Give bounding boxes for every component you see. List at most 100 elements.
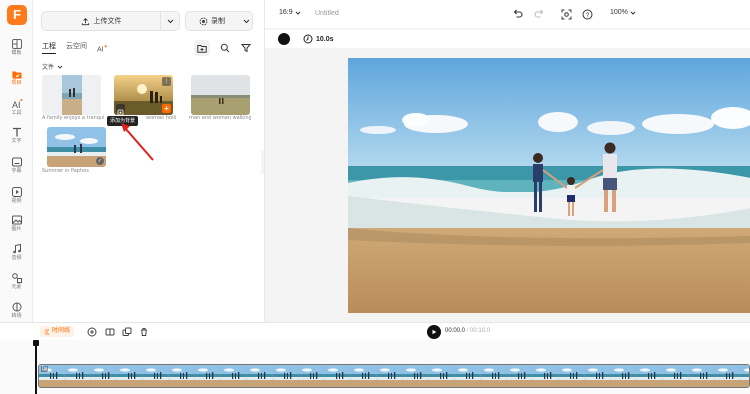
- playhead-handle[interactable]: [33, 340, 39, 346]
- rail-item-template[interactable]: 模板: [0, 36, 33, 62]
- record-main[interactable]: 录制: [186, 12, 238, 30]
- timeline-tag-label: 时间线: [52, 328, 71, 334]
- search-button[interactable]: [217, 40, 233, 56]
- timeline-icon: [45, 329, 49, 334]
- chevron-down-icon: [630, 11, 636, 15]
- delete-button[interactable]: [139, 327, 149, 337]
- subtitle-icon: [11, 157, 22, 167]
- timecode: 00:00.0 / 00:10.0: [445, 328, 490, 334]
- section-label: 文件: [42, 65, 55, 71]
- video-track-clip[interactable]: 0s: [38, 364, 750, 388]
- upload-label: 上传文件: [93, 18, 122, 25]
- play-icon: [432, 329, 437, 335]
- record-dropdown-button[interactable]: [238, 12, 254, 30]
- editor-area: 16:9 Untitled ? 100% 10.0s: [264, 0, 750, 322]
- selected-check-icon: ✓: [96, 157, 104, 165]
- tab-label: AI: [97, 46, 104, 54]
- app-logo[interactable]: F: [7, 5, 27, 25]
- tab-label: 云空间: [66, 43, 87, 50]
- aspect-ratio-value: 16:9: [279, 9, 293, 16]
- help-icon: ?: [582, 9, 592, 19]
- background-color-picker[interactable]: [278, 33, 290, 45]
- current-time: 00:00.0: [445, 328, 466, 334]
- tab-cloud[interactable]: 云空间: [66, 42, 87, 54]
- tab-label: 工程: [42, 43, 56, 50]
- rail-item-audio[interactable]: 音频: [0, 241, 33, 267]
- rail-item-image[interactable]: 图片: [0, 212, 33, 238]
- document-title[interactable]: Untitled: [315, 10, 339, 17]
- trash-icon: [141, 328, 147, 336]
- total-time: / 00:10.0: [466, 328, 491, 334]
- beach-thumbnail: [42, 75, 101, 115]
- new-folder-icon: [197, 44, 207, 53]
- tab-project[interactable]: 工程: [42, 42, 56, 54]
- set-background-button[interactable]: [116, 104, 125, 115]
- media-thumb-4[interactable]: ✓: [47, 127, 106, 167]
- rail-item-subtitle[interactable]: 字幕: [0, 154, 33, 180]
- help-button[interactable]: ?: [580, 7, 594, 21]
- text-icon: [12, 127, 21, 137]
- clip-start-time: 0s: [41, 366, 49, 372]
- transition-icon: [12, 302, 22, 312]
- media-thumb-1[interactable]: [42, 75, 101, 115]
- clock-icon: [303, 34, 313, 44]
- redo-button[interactable]: [532, 7, 546, 21]
- background-icon: [117, 109, 124, 115]
- split-button[interactable]: [105, 327, 115, 337]
- upload-dropdown-button[interactable]: [162, 12, 178, 30]
- filmstrip-image: [39, 365, 749, 387]
- tab-ai[interactable]: AI✦: [97, 42, 108, 54]
- annotation-arrow-icon: [121, 123, 154, 161]
- timeline-tag[interactable]: 时间线: [40, 326, 75, 337]
- files-section-header[interactable]: 文件: [42, 62, 63, 71]
- chevron-down-icon: [57, 65, 63, 69]
- undo-button[interactable]: [510, 7, 524, 21]
- zoom-select[interactable]: 100%: [610, 9, 636, 16]
- split-icon: [105, 328, 115, 336]
- rail-item-project[interactable]: 项目: [0, 66, 33, 92]
- record-button[interactable]: 录制: [185, 11, 253, 31]
- new-folder-button[interactable]: [194, 40, 210, 56]
- image-icon: [11, 215, 22, 225]
- filter-button[interactable]: [238, 40, 254, 56]
- svg-text:AI: AI: [12, 100, 21, 110]
- timeline-toolbar: 时间线 00:00.0 / 00:10.0: [0, 322, 750, 340]
- template-icon: [11, 39, 22, 49]
- aspect-ratio-select[interactable]: 16:9: [279, 9, 301, 16]
- media-thumb-3[interactable]: [191, 75, 250, 115]
- rail-item-ai-tools[interactable]: AI 工具: [0, 96, 33, 122]
- rail-label: 工具: [11, 110, 22, 116]
- rail-label: 元素: [11, 284, 22, 290]
- undo-icon: [513, 9, 523, 18]
- rail-item-elements[interactable]: 元素: [0, 270, 33, 296]
- screenshot-button[interactable]: [559, 7, 573, 21]
- chevron-down-icon: [243, 19, 249, 23]
- rail-label: 文字: [11, 138, 22, 144]
- duplicate-button[interactable]: [122, 327, 132, 337]
- redo-icon: [533, 9, 543, 18]
- screenshot-icon: [561, 9, 571, 19]
- rail-item-text[interactable]: 文字: [0, 124, 33, 150]
- add-to-timeline-button[interactable]: +: [162, 104, 171, 113]
- media-thumb-2[interactable]: ⋮ +: [114, 75, 173, 115]
- duration-control[interactable]: 10.0s: [303, 33, 334, 45]
- rail-label: 图片: [11, 226, 22, 232]
- ai-badge: ✦: [103, 44, 108, 50]
- more-options-button[interactable]: ⋮: [162, 77, 171, 86]
- add-circle-icon: [87, 327, 97, 337]
- rail-item-video[interactable]: 视频: [0, 184, 33, 210]
- upload-file-button[interactable]: 上传文件: [41, 11, 180, 31]
- duplicate-icon: [122, 327, 132, 336]
- divider: [160, 12, 161, 30]
- upload-main[interactable]: 上传文件: [42, 12, 160, 30]
- rail-label: 音频: [11, 255, 22, 261]
- play-button[interactable]: [427, 325, 441, 339]
- search-icon: [220, 43, 230, 53]
- rail-label: 视频: [11, 198, 22, 204]
- record-icon: [199, 17, 208, 25]
- media-caption: man and woman walking ...: [189, 115, 251, 121]
- playhead[interactable]: [35, 342, 37, 394]
- project-icon: [12, 71, 21, 79]
- add-track-button[interactable]: [87, 327, 97, 337]
- preview-canvas[interactable]: [348, 58, 750, 313]
